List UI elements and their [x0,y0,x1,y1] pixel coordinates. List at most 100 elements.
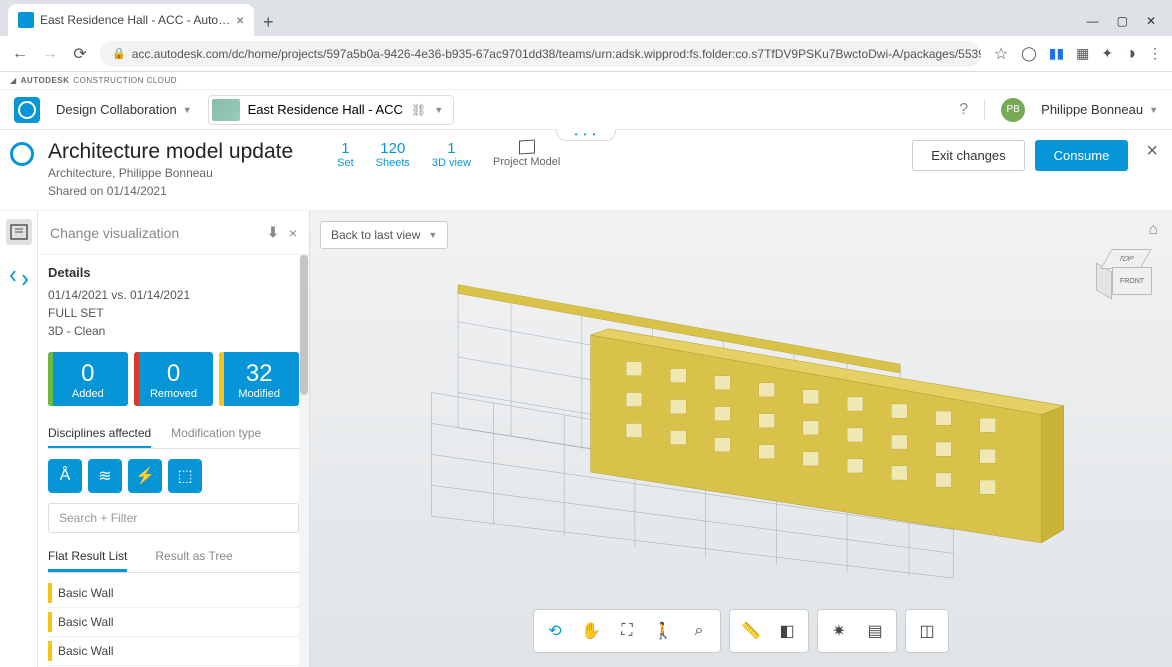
stat-set[interactable]: 1 Set [337,140,354,169]
subtitle-author: Architecture, Philippe Bonneau [48,164,293,182]
details-heading: Details [48,265,299,280]
help-icon[interactable]: ? [959,101,968,119]
star-icon[interactable]: ☆ [991,44,1011,64]
building-model [360,251,1122,587]
browser-url-bar: ← → ⟳ 🔒 acc.autodesk.com/dc/home/project… [0,36,1172,72]
project-selector[interactable]: East Residence Hall - ACC ⛓ ▼ [208,95,455,125]
walk-icon[interactable]: 🚶 [646,614,680,648]
autodesk-brand-bar: ◢ AUTODESK CONSTRUCTION CLOUD [0,72,1172,90]
drawer-handle[interactable]: • • • [556,129,616,141]
discipline-struct-icon[interactable]: ≋ [88,459,122,493]
chevron-down-icon: ▼ [434,105,443,115]
side-rail [0,211,38,667]
discipline-elec-icon[interactable]: ⚡ [128,459,162,493]
counter-modified[interactable]: 32 Modified [219,352,299,406]
autodesk-logo-icon: ◢ [10,76,17,85]
changes-panel: Change visualization ⬇ × Details 01/14/2… [38,211,310,667]
section-icon[interactable]: ◧ [770,614,804,648]
chevron-down-icon: ▼ [428,230,437,240]
download-icon[interactable]: ⬇ [267,224,279,241]
app-header: Design Collaboration ▼ East Residence Ha… [0,90,1172,130]
user-menu[interactable]: Philippe Bonneau ▼ [1041,102,1158,117]
filter-tabs: Disciplines affected Modification type [48,420,299,449]
minimize-icon[interactable]: — [1087,14,1099,28]
tab-disciplines[interactable]: Disciplines affected [48,420,151,448]
orbit-icon[interactable]: ⟲ [538,614,572,648]
app-switcher[interactable]: Design Collaboration ▼ [56,102,192,117]
reload-icon[interactable]: ⟳ [70,44,90,64]
avatar[interactable]: PB [1001,98,1025,122]
chevron-down-icon: ▼ [1149,105,1158,115]
changes-panel-icon[interactable] [6,219,32,245]
search-filter-input[interactable]: Search + Filter [48,503,299,533]
home-icon[interactable]: ⌂ [1148,221,1158,239]
properties-icon[interactable]: ▤ [858,614,892,648]
cube-icon [519,139,535,154]
user-name: Philippe Bonneau [1041,102,1143,117]
scrollbar[interactable] [299,255,309,667]
menu-icon[interactable]: ⋮ [1148,45,1162,62]
split-view-icon[interactable]: ◫ [910,614,944,648]
scrollbar-thumb[interactable] [300,255,308,395]
tab-title: East Residence Hall - ACC - Auto… [40,13,230,27]
view-name: 3D - Clean [48,322,299,340]
ext-icon[interactable]: ◯ [1021,45,1037,62]
hub-icon[interactable] [14,97,40,123]
forward-icon[interactable]: → [40,45,60,63]
project-thumbnail [212,99,240,121]
extension-icons: ◯ ▮▮ ▦ ✦ ◑ ⋮ [1021,43,1162,64]
package-status-icon [10,142,34,166]
brand-text: AUTODESK [21,76,70,85]
browser-tab[interactable]: East Residence Hall - ACC - Auto… × [8,4,254,36]
lock-icon: 🔒 [112,47,126,60]
ext-icon[interactable]: ▮▮ [1049,45,1064,62]
measure-icon[interactable]: 📏 [734,614,768,648]
viewer-toolbar: ⟲ ✋ ⛶ 🚶 ⌕ 📏 ◧ ✷ ▤ ◫ [533,609,949,653]
result-list: Basic Wall Basic Wall Basic Wall Basic W… [48,579,299,667]
close-tab-icon[interactable]: × [236,12,244,28]
discipline-icons: Å ≋ ⚡ ⬚ [48,459,299,493]
model-viewer[interactable]: Back to last view ▼ ⌂ TOP FRONT [310,211,1172,667]
date-range: 01/14/2021 vs. 01/14/2021 [48,286,299,304]
tab-tree[interactable]: Result as Tree [155,543,232,572]
list-item[interactable]: Basic Wall [48,579,299,608]
result-tabs: Flat Result List Result as Tree [48,543,299,573]
back-icon[interactable]: ← [10,45,30,63]
window-close-icon[interactable]: ✕ [1146,14,1156,28]
tab-modification-type[interactable]: Modification type [171,420,261,448]
stat-project-model[interactable]: Project Model [493,140,560,169]
counter-removed[interactable]: 0 Removed [134,352,214,406]
discipline-arch-icon[interactable]: Å [48,459,82,493]
list-item[interactable]: Basic Wall [48,608,299,637]
subtitle-shared: Shared on 01/14/2021 [48,182,293,200]
compare-icon[interactable] [6,265,32,291]
discipline-mech-icon[interactable]: ⬚ [168,459,202,493]
chevron-down-icon: ▼ [183,105,192,115]
maximize-icon[interactable]: ▢ [1117,14,1128,28]
new-tab-button[interactable]: + [254,8,282,36]
browser-tab-bar: East Residence Hall - ACC - Auto… × + — … [0,0,1172,36]
url-text: acc.autodesk.com/dc/home/projects/597a5b… [132,47,981,61]
exit-changes-button[interactable]: Exit changes [912,140,1024,171]
page-title: Architecture model update [48,140,293,164]
close-icon[interactable]: × [1146,140,1158,171]
profile-icon[interactable]: ◑ [1125,43,1136,64]
panel-title: Change visualization [50,225,179,241]
url-field[interactable]: 🔒 acc.autodesk.com/dc/home/projects/597a… [100,41,981,67]
extensions-puzzle-icon[interactable]: ✦ [1101,45,1113,62]
zoom-icon[interactable]: ⛶ [610,614,644,648]
list-item[interactable]: Basic Wall [48,637,299,666]
camera-icon[interactable]: ⌕ [682,614,716,648]
pan-icon[interactable]: ✋ [574,614,608,648]
back-to-last-view[interactable]: Back to last view ▼ [320,221,448,249]
ext-icon[interactable]: ▦ [1076,45,1089,62]
counter-added[interactable]: 0 Added [48,352,128,406]
settings-icon[interactable]: ✷ [822,614,856,648]
panel-close-icon[interactable]: × [289,225,297,241]
stat-3dview[interactable]: 1 3D view [432,140,471,169]
favicon [18,12,34,28]
panel-header: Change visualization ⬇ × [38,211,309,255]
tab-flat-list[interactable]: Flat Result List [48,543,127,572]
consume-button[interactable]: Consume [1035,140,1129,171]
stat-sheets[interactable]: 120 Sheets [376,140,410,169]
